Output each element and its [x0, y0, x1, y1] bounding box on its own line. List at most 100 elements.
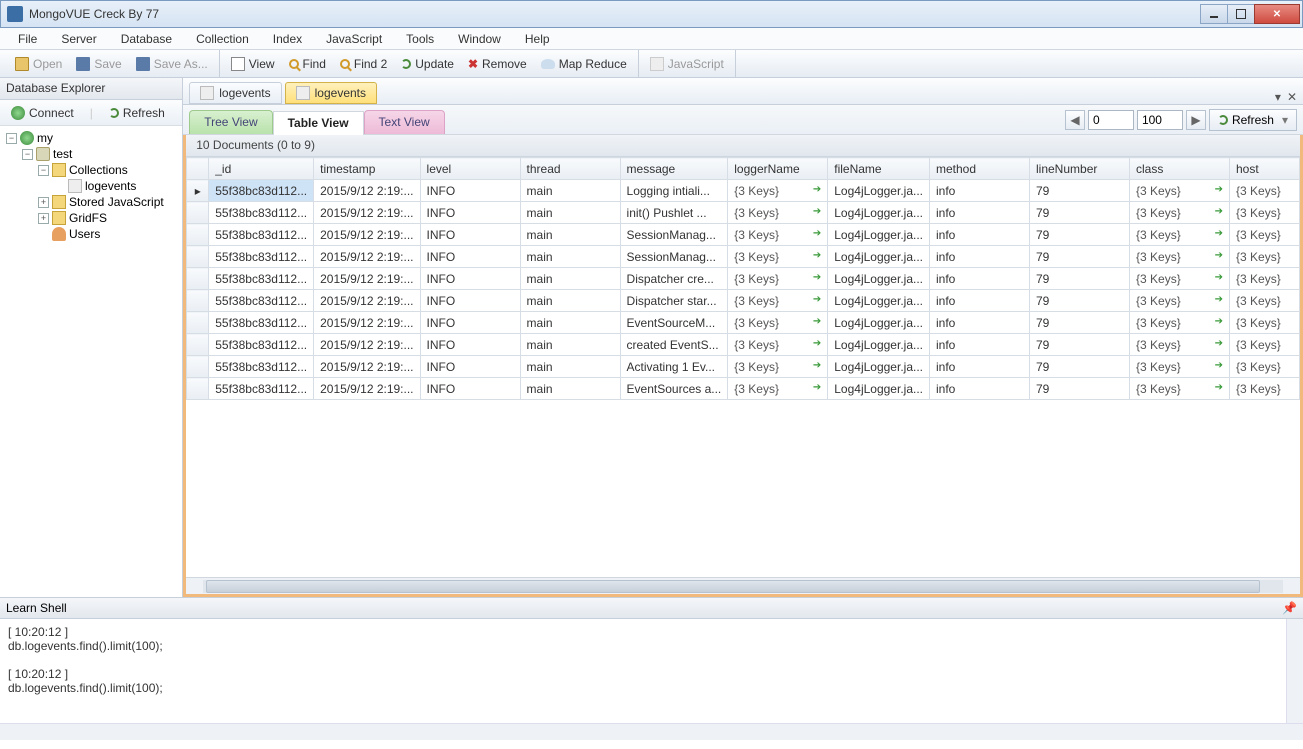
expand-arrow-icon[interactable]: ➔ [1215, 184, 1223, 195]
cell-class[interactable]: {3 Keys}➔ [1130, 180, 1230, 202]
cell-filename[interactable]: Log4jLogger.ja... [828, 290, 930, 312]
pager-prev-button[interactable]: ◀ [1065, 110, 1085, 130]
cell-linenumber[interactable]: 79 [1030, 268, 1130, 290]
col-filename[interactable]: fileName [828, 158, 930, 180]
pager-limit-input[interactable] [1137, 110, 1183, 130]
tree-collections[interactable]: −Collections [2, 162, 180, 178]
col-id[interactable]: _id [209, 158, 314, 180]
pin-icon[interactable]: 📌 [1282, 601, 1297, 615]
cell-timestamp[interactable]: 2015/9/12 2:19:... [314, 224, 420, 246]
cell-thread[interactable]: main [520, 312, 620, 334]
cell-timestamp[interactable]: 2015/9/12 2:19:... [314, 246, 420, 268]
table-row[interactable]: 55f38bc83d112...2015/9/12 2:19:...INFOma… [187, 312, 1300, 334]
cell-filename[interactable]: Log4jLogger.ja... [828, 180, 930, 202]
cell-message[interactable]: Dispatcher star... [620, 290, 728, 312]
pager-next-button[interactable]: ▶ [1186, 110, 1206, 130]
cell-linenumber[interactable]: 79 [1030, 202, 1130, 224]
cell-id[interactable]: 55f38bc83d112... [209, 290, 314, 312]
cell-method[interactable]: info [930, 246, 1030, 268]
cell-loggername[interactable]: {3 Keys}➔ [728, 180, 828, 202]
col-loggername[interactable]: loggerName [728, 158, 828, 180]
row-selector[interactable] [187, 290, 209, 312]
cell-method[interactable]: info [930, 356, 1030, 378]
cell-timestamp[interactable]: 2015/9/12 2:19:... [314, 312, 420, 334]
cell-thread[interactable]: main [520, 356, 620, 378]
cell-filename[interactable]: Log4jLogger.ja... [828, 334, 930, 356]
data-grid[interactable]: _id timestamp level thread message logge… [186, 157, 1300, 577]
expand-arrow-icon[interactable]: ➔ [813, 184, 821, 195]
close-button[interactable] [1254, 4, 1300, 24]
row-selector[interactable] [187, 378, 209, 400]
cell-linenumber[interactable]: 79 [1030, 290, 1130, 312]
cell-message[interactable]: init() Pushlet ... [620, 202, 728, 224]
cell-id[interactable]: 55f38bc83d112... [209, 334, 314, 356]
cell-thread[interactable]: main [520, 268, 620, 290]
table-row[interactable]: 55f38bc83d112...2015/9/12 2:19:...INFOma… [187, 246, 1300, 268]
cell-thread[interactable]: main [520, 334, 620, 356]
cell-message[interactable]: Dispatcher cre... [620, 268, 728, 290]
cell-filename[interactable]: Log4jLogger.ja... [828, 224, 930, 246]
expand-arrow-icon[interactable]: ➔ [1215, 316, 1223, 327]
menu-javascript[interactable]: JavaScript [316, 30, 392, 48]
cell-loggername[interactable]: {3 Keys}➔ [728, 202, 828, 224]
cell-class[interactable]: {3 Keys}➔ [1130, 290, 1230, 312]
cell-loggername[interactable]: {3 Keys}➔ [728, 268, 828, 290]
cell-id[interactable]: 55f38bc83d112... [209, 312, 314, 334]
expand-icon[interactable]: − [6, 133, 17, 144]
cell-level[interactable]: INFO [420, 290, 520, 312]
tree-root[interactable]: −my [2, 130, 180, 146]
menu-window[interactable]: Window [448, 30, 511, 48]
expand-arrow-icon[interactable]: ➔ [813, 338, 821, 349]
expand-icon[interactable]: − [22, 149, 33, 160]
cell-method[interactable]: info [930, 202, 1030, 224]
cell-loggername[interactable]: {3 Keys}➔ [728, 356, 828, 378]
row-selector[interactable] [187, 202, 209, 224]
cell-linenumber[interactable]: 79 [1030, 180, 1130, 202]
menu-file[interactable]: File [8, 30, 47, 48]
cell-message[interactable]: SessionManag... [620, 224, 728, 246]
expand-arrow-icon[interactable]: ➔ [813, 360, 821, 371]
expand-arrow-icon[interactable]: ➔ [813, 382, 821, 393]
cell-thread[interactable]: main [520, 202, 620, 224]
cell-method[interactable]: info [930, 290, 1030, 312]
menu-collection[interactable]: Collection [186, 30, 259, 48]
cell-host[interactable]: {3 Keys} [1230, 180, 1300, 202]
cell-host[interactable]: {3 Keys} [1230, 268, 1300, 290]
menu-server[interactable]: Server [51, 30, 106, 48]
menu-database[interactable]: Database [111, 30, 182, 48]
cell-host[interactable]: {3 Keys} [1230, 356, 1300, 378]
expand-arrow-icon[interactable]: ➔ [813, 294, 821, 305]
view-tab-table[interactable]: Table View [273, 111, 364, 135]
find2-button[interactable]: Find 2 [333, 53, 394, 75]
horizontal-scrollbar[interactable] [186, 577, 1300, 594]
view-tab-text[interactable]: Text View [364, 110, 445, 134]
update-button[interactable]: Update [394, 53, 461, 75]
cell-class[interactable]: {3 Keys}➔ [1130, 356, 1230, 378]
cell-message[interactable]: Logging intiali... [620, 180, 728, 202]
cell-class[interactable]: {3 Keys}➔ [1130, 202, 1230, 224]
expand-arrow-icon[interactable]: ➔ [1215, 228, 1223, 239]
cell-message[interactable]: EventSourceM... [620, 312, 728, 334]
expand-arrow-icon[interactable]: ➔ [1215, 272, 1223, 283]
cell-loggername[interactable]: {3 Keys}➔ [728, 312, 828, 334]
cell-linenumber[interactable]: 79 [1030, 378, 1130, 400]
cell-linenumber[interactable]: 79 [1030, 246, 1130, 268]
cell-loggername[interactable]: {3 Keys}➔ [728, 334, 828, 356]
tab-close-icon[interactable]: ✕ [1287, 90, 1297, 104]
row-selector[interactable] [187, 224, 209, 246]
cell-loggername[interactable]: {3 Keys}➔ [728, 378, 828, 400]
col-class[interactable]: class [1130, 158, 1230, 180]
cell-host[interactable]: {3 Keys} [1230, 312, 1300, 334]
cell-method[interactable]: info [930, 224, 1030, 246]
cell-level[interactable]: INFO [420, 378, 520, 400]
cell-class[interactable]: {3 Keys}➔ [1130, 224, 1230, 246]
cell-filename[interactable]: Log4jLogger.ja... [828, 246, 930, 268]
tab-logevents-2[interactable]: logevents [285, 82, 377, 104]
cell-host[interactable]: {3 Keys} [1230, 378, 1300, 400]
table-row[interactable]: 55f38bc83d112...2015/9/12 2:19:...INFOma… [187, 290, 1300, 312]
cell-filename[interactable]: Log4jLogger.ja... [828, 268, 930, 290]
expand-arrow-icon[interactable]: ➔ [813, 228, 821, 239]
tree-storedjs[interactable]: +Stored JavaScript [2, 194, 180, 210]
row-selector[interactable] [187, 246, 209, 268]
tree-db[interactable]: −test [2, 146, 180, 162]
